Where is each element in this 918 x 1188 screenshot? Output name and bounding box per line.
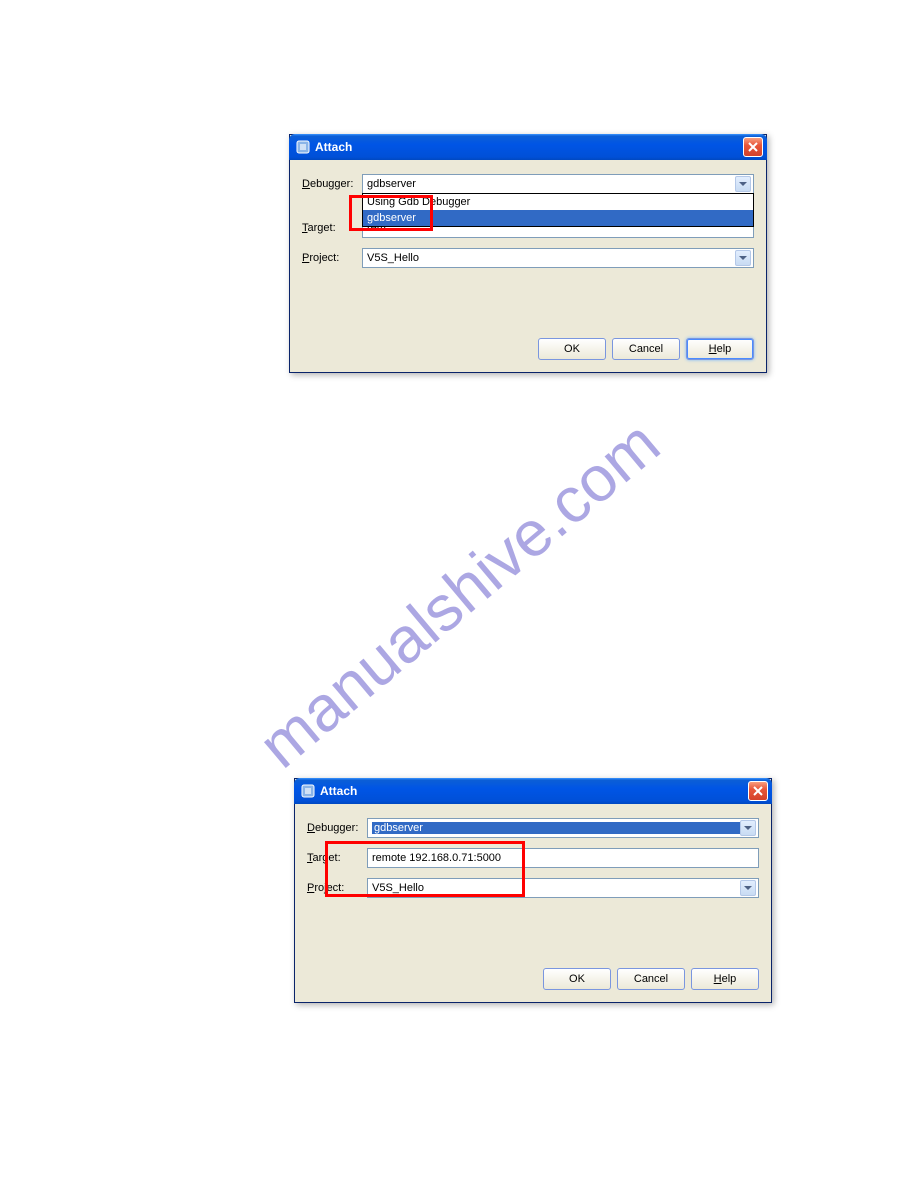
chevron-down-icon[interactable]: [740, 880, 756, 896]
debugger-combo[interactable]: gdbserver: [362, 174, 754, 194]
target-input[interactable]: remote 192.168.0.71:5000: [367, 848, 759, 868]
app-icon: [295, 139, 311, 155]
debugger-value: gdbserver: [372, 822, 740, 834]
titlebar[interactable]: Attach: [289, 134, 767, 160]
dialog-body: Debugger: gdbserver Using Gdb Debugger g…: [290, 160, 766, 372]
chevron-down-icon[interactable]: [735, 176, 751, 192]
project-value: V5S_Hello: [372, 882, 740, 894]
project-value: V5S_Hello: [367, 252, 735, 264]
target-label: Target:: [302, 222, 362, 234]
debugger-label: Debugger:: [302, 178, 362, 190]
close-button[interactable]: [748, 781, 768, 801]
watermark-text: manualshive.com: [244, 406, 673, 783]
dropdown-item-gdbserver[interactable]: gdbserver: [363, 210, 753, 226]
ok-button[interactable]: OK: [543, 968, 611, 990]
dialog-title: Attach: [320, 784, 748, 798]
cancel-button[interactable]: Cancel: [617, 968, 685, 990]
attach-dialog-1: Attach Debugger: gdbserver Using Gdb Deb…: [289, 134, 767, 373]
titlebar[interactable]: Attach: [294, 778, 772, 804]
project-combo[interactable]: V5S_Hello: [362, 248, 754, 268]
debugger-combo[interactable]: gdbserver: [367, 818, 759, 838]
dropdown-item-gdb-debugger[interactable]: Using Gdb Debugger: [363, 194, 753, 210]
help-button[interactable]: Help: [691, 968, 759, 990]
project-combo[interactable]: V5S_Hello: [367, 878, 759, 898]
attach-dialog-2: Attach Debugger: gdbserver Target: remot…: [294, 778, 772, 1003]
target-value: remote 192.168.0.71:5000: [372, 852, 501, 864]
dialog-title: Attach: [315, 140, 743, 154]
app-icon: [300, 783, 316, 799]
debugger-row: Debugger: gdbserver: [307, 818, 759, 838]
close-button[interactable]: [743, 137, 763, 157]
target-row: Target: remote 192.168.0.71:5000: [307, 848, 759, 868]
help-button[interactable]: Help: [686, 338, 754, 360]
project-label: Project:: [307, 882, 367, 894]
debugger-row: Debugger: gdbserver Using Gdb Debugger g…: [302, 174, 754, 194]
chevron-down-icon[interactable]: [735, 250, 751, 266]
project-label: Project:: [302, 252, 362, 264]
project-row: Project: V5S_Hello: [307, 878, 759, 898]
ok-button[interactable]: OK: [538, 338, 606, 360]
button-row: OK Cancel Help: [302, 338, 754, 360]
dialog-body: Debugger: gdbserver Target: remote 192.1…: [295, 804, 771, 1002]
chevron-down-icon[interactable]: [740, 820, 756, 836]
project-row: Project: V5S_Hello: [302, 248, 754, 268]
button-row: OK Cancel Help: [307, 968, 759, 990]
debugger-label: Debugger:: [307, 822, 367, 834]
target-label: Target:: [307, 852, 367, 864]
debugger-dropdown: Using Gdb Debugger gdbserver: [362, 193, 754, 227]
debugger-value: gdbserver: [367, 178, 735, 190]
cancel-button[interactable]: Cancel: [612, 338, 680, 360]
